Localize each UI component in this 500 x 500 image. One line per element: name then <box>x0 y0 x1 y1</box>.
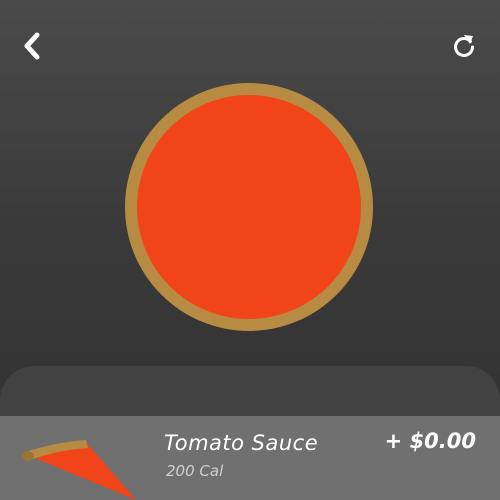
reset-button[interactable] <box>444 26 484 66</box>
sauce-slice-icon <box>22 440 136 500</box>
back-button[interactable] <box>12 26 52 66</box>
topping-name: Tomato Sauce <box>164 431 319 455</box>
chevron-left-icon <box>24 32 40 60</box>
pizza-builder-screen: Tomato Sauce + $0.00 200 Cal <box>0 0 500 500</box>
tomato-sauce-layer <box>137 95 361 319</box>
rotate-right-icon <box>454 35 474 57</box>
pizza-preview <box>125 83 373 331</box>
topping-price: + $0.00 <box>384 429 476 453</box>
topping-calories: 200 Cal <box>166 462 224 480</box>
